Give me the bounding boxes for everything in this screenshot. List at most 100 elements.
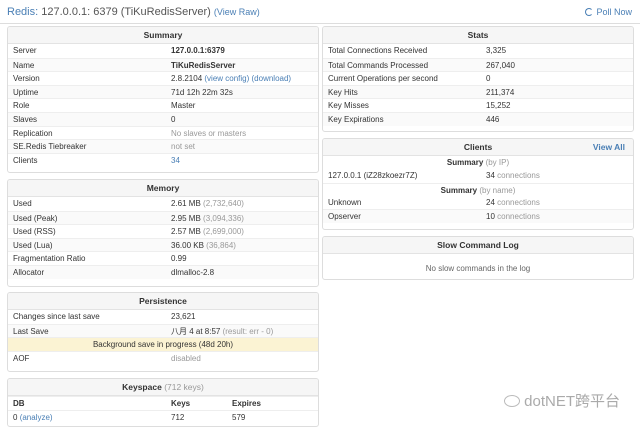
row-value-cell: 211,374 (486, 86, 514, 100)
col-db: DB (13, 399, 25, 408)
row-value: 446 (486, 114, 500, 124)
view-raw-link[interactable]: (View Raw) (214, 7, 260, 17)
row-value-detail: (result: err - 0) (222, 326, 274, 336)
table-row: Used (RSS) 2.57 MB (2,699,000) (8, 224, 318, 238)
keyspace-row: 0 (analyze) 712 579 (8, 409, 318, 425)
by-ip-muted: (by IP) (485, 158, 510, 167)
row-value-cell: not set (171, 140, 195, 154)
row-value-cell: 10 connections (486, 210, 540, 224)
row-value: 36.00 KB (171, 240, 204, 250)
keyspace-keys: 712 (171, 412, 185, 422)
table-row: Version 2.8.2104 (view config) (download) (8, 71, 318, 85)
table-row: Last Save 八月 4 at 8:57 (result: err - 0) (8, 323, 318, 338)
keyspace-title: Keyspace (712 keys) (8, 379, 318, 396)
keyspace-db: 0 (13, 412, 18, 422)
memory-panel: Memory Used 2.61 MB (2,732,640) Used (Peak… (7, 179, 319, 287)
table-row: Key Expirations 446 (323, 111, 633, 127)
page-title: Redis: 127.0.0.1: 6379 (TiKuRedisServer)… (7, 6, 260, 18)
row-label: Changes since last save (13, 312, 100, 321)
row-value-cell: 36.00 KB (36,864) (171, 239, 236, 253)
table-row: Current Operations per second 0 (323, 71, 633, 85)
aof-row: AOF disabled (8, 350, 318, 365)
aof-label: AOF (13, 353, 30, 363)
row-value-cell: TiKuRedisServer (171, 59, 235, 73)
row-value-cell: 2.95 MB (3,094,336) (171, 212, 244, 226)
row-value: 23,621 (171, 312, 196, 321)
row-value-cell: 3,325 (486, 44, 506, 58)
row-value-detail: connections (497, 212, 540, 222)
table-row: Name TiKuRedisServer (8, 57, 318, 73)
table-row: Total Commands Processed 267,040 (323, 57, 633, 73)
stats-rows: Total Connections Received 3,325 Total Com… (323, 44, 633, 126)
by-ip-subhead: Summary (by IP) (323, 156, 633, 169)
row-value-detail: (36,864) (206, 240, 236, 250)
row-label: Last Save (13, 326, 49, 336)
persistence-panel: Persistence Changes since last save 23,62… (7, 292, 319, 372)
row-value-cell: 15,252 (486, 99, 510, 113)
row-value: 0 (486, 74, 491, 84)
clients-panel: Clients View All Summary (by IP) 127.0.0… (322, 138, 634, 230)
page-header: Redis: 127.0.0.1: 6379 (TiKuRedisServer)… (0, 0, 640, 24)
row-value-cell: 0 (486, 72, 490, 86)
row-label: Current Operations per second (328, 74, 438, 84)
row-value-cell: 267,040 (486, 59, 515, 73)
watermark: dotNET跨平台 (504, 390, 620, 411)
table-row: Key Hits 211,374 (323, 84, 633, 100)
row-label: Replication (13, 128, 53, 138)
analyze-link[interactable]: (analyze) (20, 413, 53, 422)
row-value: 267,040 (486, 60, 515, 70)
row-label: Slaves (13, 114, 38, 124)
row-value-cell: Master (171, 99, 195, 113)
row-label: Opserver (328, 212, 361, 222)
view-config-link[interactable]: (view config) (204, 74, 249, 83)
table-row: Slaves 0 (8, 111, 318, 126)
row-value: dlmalloc-2.8 (171, 267, 215, 277)
watermark-text: dotNET跨平台 (524, 393, 620, 410)
table-row: SE.Redis Tiebreaker not set (8, 139, 318, 153)
stats-panel: Stats Total Connections Received 3,325 Tot… (322, 26, 634, 132)
wechat-icon (504, 395, 521, 407)
row-label: Used (13, 199, 32, 208)
row-label: Version (13, 74, 40, 84)
row-label: Key Expirations (328, 114, 384, 124)
row-label: Server (13, 46, 37, 55)
row-value: 34 (486, 171, 495, 180)
keyspace-db-cell: 0 (analyze) (13, 411, 53, 425)
col-keys: Keys (171, 399, 191, 408)
row-value-cell: 127.0.0.1:6379 (171, 44, 225, 58)
summary-title: Summary (8, 27, 318, 44)
title-server: 127.0.0.1: 6379 (TiKuRedisServer) (41, 6, 211, 18)
row-value-cell: 71d 12h 22m 32s (171, 86, 233, 100)
table-row: Role Master (8, 98, 318, 112)
view-all-link[interactable]: View All (593, 139, 625, 155)
persistence-rows: Changes since last save 23,621 Last Save 八月… (8, 310, 318, 338)
download-link[interactable]: (download) (252, 74, 292, 83)
by-ip-title: Summary (446, 158, 484, 167)
row-label: Total Commands Processed (328, 60, 429, 70)
row-value-cell: No slaves or masters (171, 127, 246, 141)
col-expires: Expires (232, 399, 261, 408)
table-row: Opserver 10 connections (323, 209, 633, 223)
keyspace-panel: Keyspace (712 keys) DB Keys Expires 0 (a… (7, 378, 319, 427)
row-label: Used (Peak) (13, 213, 58, 223)
row-value: No slaves or masters (171, 128, 247, 138)
row-value-detail: (2,732,640) (203, 199, 244, 208)
table-row: Changes since last save 23,621 (8, 310, 318, 324)
row-value-detail: connections (497, 197, 540, 207)
row-value-cell: 446 (486, 113, 499, 127)
clients-title: Clients (463, 142, 493, 152)
table-row: Unknown 24 connections (323, 196, 633, 210)
table-row: Replication No slaves or masters (8, 125, 318, 141)
row-value: 2.8.2104 (171, 74, 203, 84)
row-value: 2.95 MB (171, 213, 201, 223)
row-value: 3,325 (486, 46, 507, 55)
row-value: 24 (486, 197, 495, 207)
aof-value: disabled (171, 353, 201, 363)
persistence-title: Persistence (8, 293, 318, 310)
row-label: SE.Redis Tiebreaker (13, 142, 87, 152)
table-row: Fragmentation Ratio 0.99 (8, 251, 318, 265)
row-label: Unknown (328, 197, 362, 207)
row-value-detail: (2,699,000) (203, 227, 244, 237)
poll-now-button[interactable]: Poll Now (585, 7, 632, 17)
keyspace-title-text: Keyspace (122, 382, 162, 392)
